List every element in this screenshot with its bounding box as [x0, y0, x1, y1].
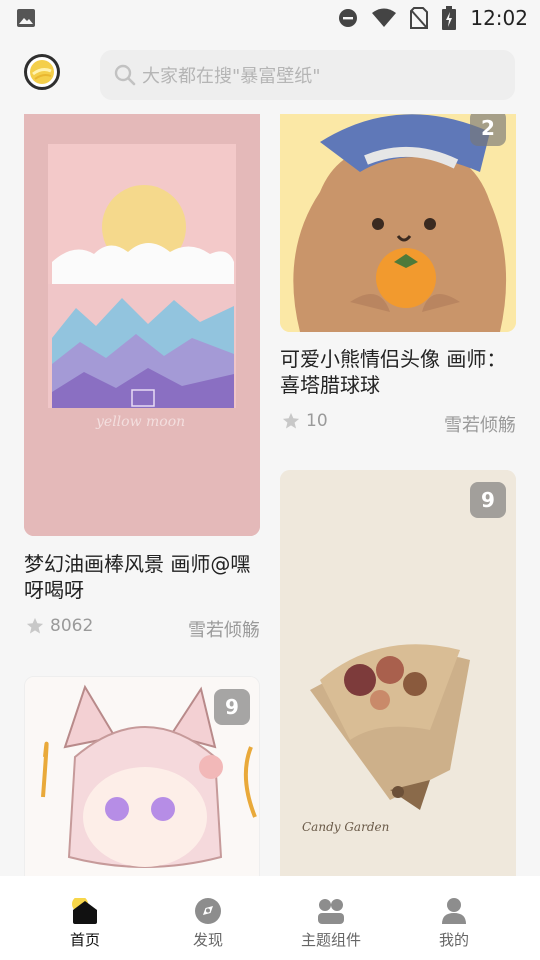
card-title-line: 可爱小熊情侣头像 画师：	[280, 347, 507, 371]
widgets-icon	[318, 899, 344, 924]
candy-garden-caption: Candy Garden	[302, 820, 390, 834]
like-count[interactable]: 8062	[26, 616, 93, 636]
user-avatar[interactable]	[24, 54, 60, 90]
avatar-moon-icon	[30, 60, 54, 84]
like-count-value: 8062	[50, 616, 94, 636]
card-title-line: 梦幻油画棒风景 画师@嘿	[24, 552, 251, 576]
discover-icon	[195, 898, 221, 924]
wallpaper-card-image[interactable]: yellow moon	[24, 114, 260, 536]
gallery-icon	[17, 9, 35, 27]
search-placeholder: 大家都在搜"暴富壁纸"	[142, 66, 321, 87]
like-count[interactable]: 10	[282, 411, 328, 431]
image-count-badge: 2	[470, 114, 506, 146]
nav-widgets[interactable]: 主题组件	[281, 884, 381, 954]
card-title-line: 喜塔腊球球	[280, 373, 380, 397]
card-title[interactable]: 梦幻油画棒风景 画师@嘿 呀喝呀	[24, 551, 260, 603]
card-title[interactable]: 可爱小熊情侣头像 画师： 喜塔腊球球	[280, 346, 520, 398]
nav-label: 发现	[192, 931, 223, 949]
clock: 12:02	[470, 6, 528, 30]
wallpaper-card-image[interactable]: 2	[280, 114, 516, 332]
nav-label: 我的	[438, 931, 469, 949]
nav-label: 主题组件	[300, 931, 361, 949]
image-count-badge: 9	[214, 689, 250, 725]
wifi-icon	[372, 8, 397, 27]
battery-icon	[442, 6, 457, 30]
search-icon	[114, 64, 136, 86]
profile-icon	[442, 898, 466, 924]
image-count-badge: 9	[470, 482, 506, 518]
wallpaper-feed[interactable]: yellow moon 梦幻油画棒风景 画师@嘿 呀喝呀 8062 雪若倾觞 2…	[0, 114, 540, 876]
status-bar: 12:02	[0, 0, 540, 36]
oil-pastel-landscape-art	[24, 114, 260, 536]
flower-bouquet-art	[280, 470, 516, 876]
home-icon	[72, 898, 97, 924]
star-icon	[26, 617, 44, 634]
bottom-nav: 首页 发现 主题组件 我的	[0, 876, 540, 960]
nav-profile[interactable]: 我的	[404, 884, 504, 954]
wallpaper-card-image[interactable]: Candy Garden 9	[280, 470, 516, 876]
author-name[interactable]: 雪若倾觞	[396, 411, 516, 437]
nav-home[interactable]: 首页	[35, 884, 135, 954]
like-count-value: 10	[306, 411, 328, 431]
dnd-icon	[339, 9, 358, 27]
star-icon	[282, 412, 300, 429]
search-input[interactable]: 大家都在搜"暴富壁纸"	[100, 50, 515, 100]
top-bar: 大家都在搜"暴富壁纸"	[0, 36, 540, 114]
nav-discover[interactable]: 发现	[158, 884, 258, 954]
no-sim-icon	[410, 7, 429, 29]
bear-avatar-art	[280, 114, 516, 332]
author-name[interactable]: 雪若倾觞	[140, 616, 260, 642]
card-title-line: 呀喝呀	[24, 578, 84, 602]
nav-label: 首页	[69, 931, 100, 949]
wallpaper-card-image[interactable]: 9	[24, 676, 260, 876]
yellow-moon-caption: yellow moon	[96, 414, 186, 430]
